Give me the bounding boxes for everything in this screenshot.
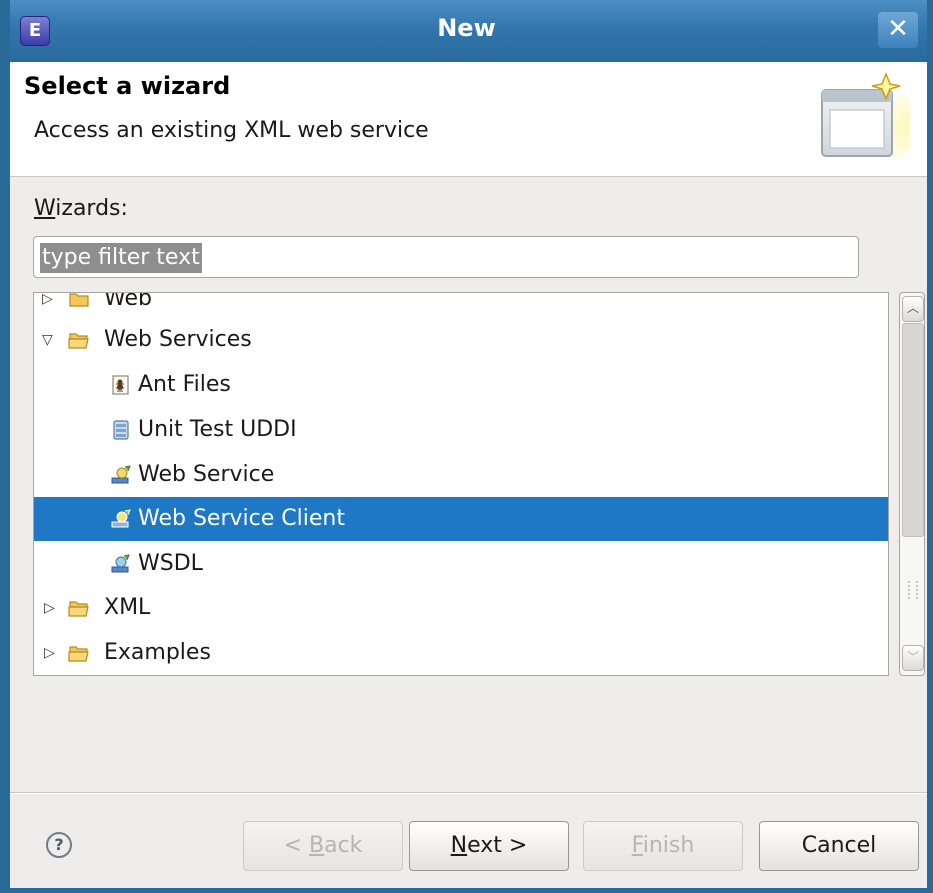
scroll-grip [908,581,918,599]
close-button[interactable]: ✕ [878,12,918,48]
cancel-button[interactable]: Cancel [759,821,919,871]
wizards-label-mnemonic: W [34,196,56,221]
tree-item-examples[interactable]: ▷ Examples [34,631,888,675]
tree-item-label: WSDL [138,551,203,576]
tree-item-label: Web [104,292,152,311]
folder-open-icon [68,333,89,349]
tree-item-label: Examples [104,640,211,665]
banner-title: Select a wizard [24,72,231,100]
tree-item-web-services[interactable]: ▽ Web Services [34,318,888,362]
back-button-prefix: < [283,833,309,858]
button-bar-separator [10,792,927,794]
filter-selected-text: type filter text [40,243,202,273]
wizards-label-text: izards: [55,196,128,221]
tree-item-label: XML [104,595,151,620]
wizard-tree[interactable]: ▷ Web ▽ Web Services Ant Files Unit Test… [33,292,889,676]
finish-button-mnemonic: F [631,833,643,858]
finish-button-text: inish [642,833,695,858]
scroll-thumb[interactable] [902,323,924,537]
new-wizard-dialog: E New ✕ Select a wizard Access an existi… [0,0,933,893]
ant-files-icon [112,375,129,395]
wsdl-icon [111,554,130,573]
banner-description: Access an existing XML web service [34,118,429,143]
tree-item-label: Web Services [104,327,252,352]
next-button[interactable]: Next > [409,821,569,871]
tree-item-ant-files[interactable]: Ant Files [34,363,888,407]
collapsed-arrow-icon[interactable]: ▷ [44,631,55,675]
tree-scrollbar[interactable]: ︿ ﹀ [899,292,925,676]
collapsed-arrow-icon[interactable]: ▷ [44,586,55,630]
folder-icon [68,601,89,617]
tree-item-label: Unit Test UDDI [138,417,297,442]
web-service-client-icon [111,509,131,528]
next-button-mnemonic: N [450,833,468,858]
wizard-banner: Select a wizard Access an existing XML w… [10,62,927,177]
uddi-icon [113,420,129,440]
tree-item-xml[interactable]: ▷ XML [34,586,888,630]
tree-item-label: Web Service Client [138,506,345,531]
tree-item-unit-test-uddi[interactable]: Unit Test UDDI [34,408,888,452]
next-button-text: ext > [467,833,528,858]
scroll-down-arrow-icon[interactable]: ﹀ [902,645,924,671]
tree-item-label: Ant Files [138,372,231,397]
scroll-up-arrow-icon[interactable]: ︿ [902,296,924,322]
tree-item-web-service[interactable]: Web Service [34,453,888,497]
back-button-text: ack [324,833,363,858]
tree-item-label: Web Service [138,462,275,487]
tree-item-web-service-client[interactable]: Web Service Client [34,497,888,541]
wizard-window-icon [821,72,910,162]
wizards-label: Wizards: [34,196,128,221]
back-button-mnemonic: B [309,833,325,858]
web-service-icon [111,465,131,484]
help-icon[interactable]: ? [46,832,72,858]
finish-button[interactable]: Finish [583,821,743,871]
title-bar[interactable]: E New ✕ [10,0,927,62]
collapsed-arrow-icon[interactable]: ▷ [42,293,53,321]
folder-icon [68,646,89,662]
window-title: New [437,14,496,42]
folder-icon [69,293,89,307]
tree-item-web[interactable]: ▷ Web [34,292,888,321]
tree-item-wsdl[interactable]: WSDL [34,542,888,586]
expanded-arrow-icon[interactable]: ▽ [42,318,53,362]
back-button[interactable]: < Back [243,821,403,871]
